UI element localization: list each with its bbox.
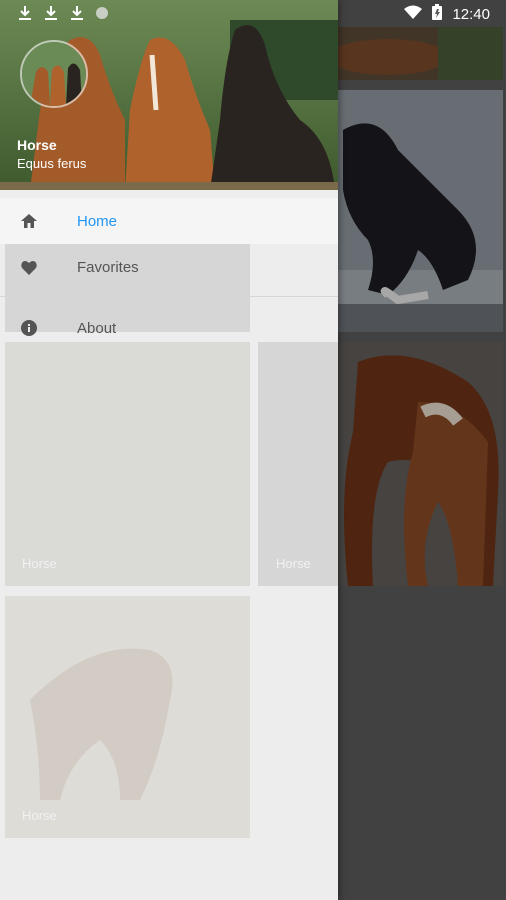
notification-dot-icon bbox=[96, 7, 108, 19]
home-icon bbox=[19, 211, 39, 231]
navigation-drawer: Horse Horse Horse Horse Equus ferus Home… bbox=[0, 0, 338, 900]
download-icon bbox=[70, 4, 84, 22]
drawer-header-subtitle: Equus ferus bbox=[17, 156, 87, 171]
ghost-caption: Horse bbox=[276, 556, 311, 571]
drawer-header: Horse Equus ferus bbox=[0, 0, 338, 190]
info-icon bbox=[19, 318, 39, 338]
ghost-caption: Horse bbox=[22, 808, 57, 823]
menu-divider bbox=[0, 296, 338, 297]
menu-item-home[interactable]: Home bbox=[0, 198, 338, 244]
menu-item-label: Favorites bbox=[77, 258, 139, 276]
download-icon bbox=[18, 4, 32, 22]
heart-icon bbox=[19, 257, 39, 277]
menu-item-label: About bbox=[77, 319, 117, 337]
wifi-icon bbox=[404, 5, 423, 23]
menu-item-favorites[interactable]: Favorites bbox=[0, 244, 338, 290]
ghost-caption: Horse bbox=[22, 556, 57, 571]
download-icon bbox=[44, 4, 58, 22]
menu-item-label: Home bbox=[77, 212, 118, 230]
status-bar: 12:40 bbox=[0, 0, 506, 27]
avatar bbox=[20, 40, 88, 108]
battery-icon bbox=[432, 4, 443, 24]
drawer-menu: Home Favorites About bbox=[0, 198, 338, 351]
menu-item-about[interactable]: About bbox=[0, 305, 338, 351]
clock-time: 12:40 bbox=[452, 5, 490, 23]
drawer-header-title: Horse bbox=[17, 137, 57, 153]
